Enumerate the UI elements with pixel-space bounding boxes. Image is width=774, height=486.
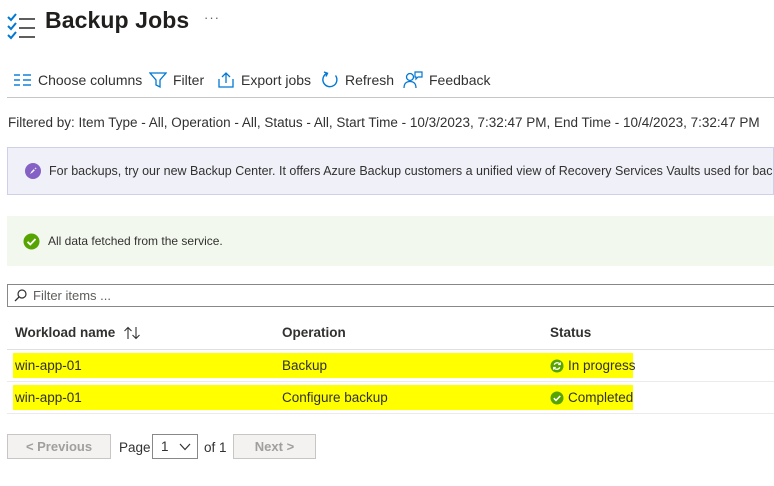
- search-icon: [14, 289, 27, 302]
- status-label: In progress: [568, 358, 636, 373]
- info-banner[interactable]: For backups, try our new Backup Center. …: [7, 147, 774, 195]
- cell-status: Completed: [550, 390, 633, 405]
- page-select[interactable]: 1: [152, 434, 198, 459]
- job-list-icon: [7, 13, 35, 40]
- in-progress-icon: [550, 359, 564, 372]
- feedback-button[interactable]: Feedback: [403, 66, 490, 94]
- filter-icon: [149, 71, 167, 88]
- column-header-operation[interactable]: Operation: [282, 325, 346, 340]
- filter-button[interactable]: Filter: [149, 66, 204, 94]
- page-title: Backup Jobs: [45, 7, 190, 33]
- column-header-operation-label: Operation: [282, 325, 346, 340]
- cell-workload[interactable]: win-app-01: [15, 358, 82, 373]
- page-count-label: of 1: [204, 440, 227, 455]
- cell-status: In progress: [550, 358, 636, 373]
- cell-operation: Configure backup: [282, 390, 388, 405]
- success-check-icon: [23, 233, 40, 249]
- filter-items-input[interactable]: [33, 288, 733, 303]
- page-label: Page: [119, 440, 151, 455]
- refresh-button[interactable]: Refresh: [321, 66, 394, 94]
- choose-columns-label: Choose columns: [38, 72, 143, 88]
- column-header-status-label: Status: [550, 325, 592, 340]
- column-header-workload-name[interactable]: Workload name: [15, 325, 141, 340]
- previous-page-button[interactable]: < Previous: [7, 434, 111, 459]
- rocket-icon: [25, 163, 41, 179]
- table-row[interactable]: win-app-01 Backup In progress: [7, 350, 774, 382]
- toolbar-divider: [7, 97, 774, 98]
- completed-icon: [550, 391, 564, 404]
- page-header: Backup Jobs ···: [0, 0, 774, 52]
- more-options-button[interactable]: ···: [204, 10, 220, 25]
- filter-items-box[interactable]: [7, 284, 774, 307]
- cell-workload[interactable]: win-app-01: [15, 390, 82, 405]
- table-row[interactable]: win-app-01 Configure backup Completed: [7, 382, 774, 414]
- column-header-workload-name-label: Workload name: [15, 325, 116, 340]
- next-page-button[interactable]: Next >: [233, 434, 316, 459]
- export-icon: [218, 72, 234, 88]
- current-page-value: 1: [161, 439, 169, 454]
- refresh-icon: [322, 71, 338, 88]
- success-banner-text: All data fetched from the service.: [48, 234, 223, 248]
- status-label: Completed: [568, 390, 634, 405]
- export-jobs-label: Export jobs: [241, 72, 312, 88]
- column-header-status[interactable]: Status: [550, 325, 591, 340]
- table-header: Workload name Operation Status: [7, 318, 774, 350]
- success-banner: All data fetched from the service.: [7, 216, 774, 266]
- feedback-icon: [403, 71, 423, 89]
- filter-label: Filter: [173, 72, 205, 88]
- command-bar: Choose columns Filter Export jobs Refres…: [0, 66, 774, 94]
- feedback-label: Feedback: [429, 72, 491, 88]
- info-banner-text: For backups, try our new Backup Center. …: [49, 164, 774, 178]
- refresh-label: Refresh: [345, 72, 395, 88]
- backup-jobs-table: Workload name Operation Status win-app-0…: [7, 318, 774, 414]
- export-jobs-button[interactable]: Export jobs: [217, 66, 311, 94]
- pagination: < Previous Page 1 of 1 Next >: [7, 434, 407, 459]
- filter-summary: Filtered by: Item Type - All, Operation …: [8, 115, 760, 130]
- columns-icon: [14, 74, 31, 86]
- choose-columns-button[interactable]: Choose columns: [14, 66, 142, 94]
- cell-operation: Backup: [282, 358, 328, 373]
- sort-icon[interactable]: [123, 326, 141, 340]
- chevron-down-icon: [179, 443, 191, 451]
